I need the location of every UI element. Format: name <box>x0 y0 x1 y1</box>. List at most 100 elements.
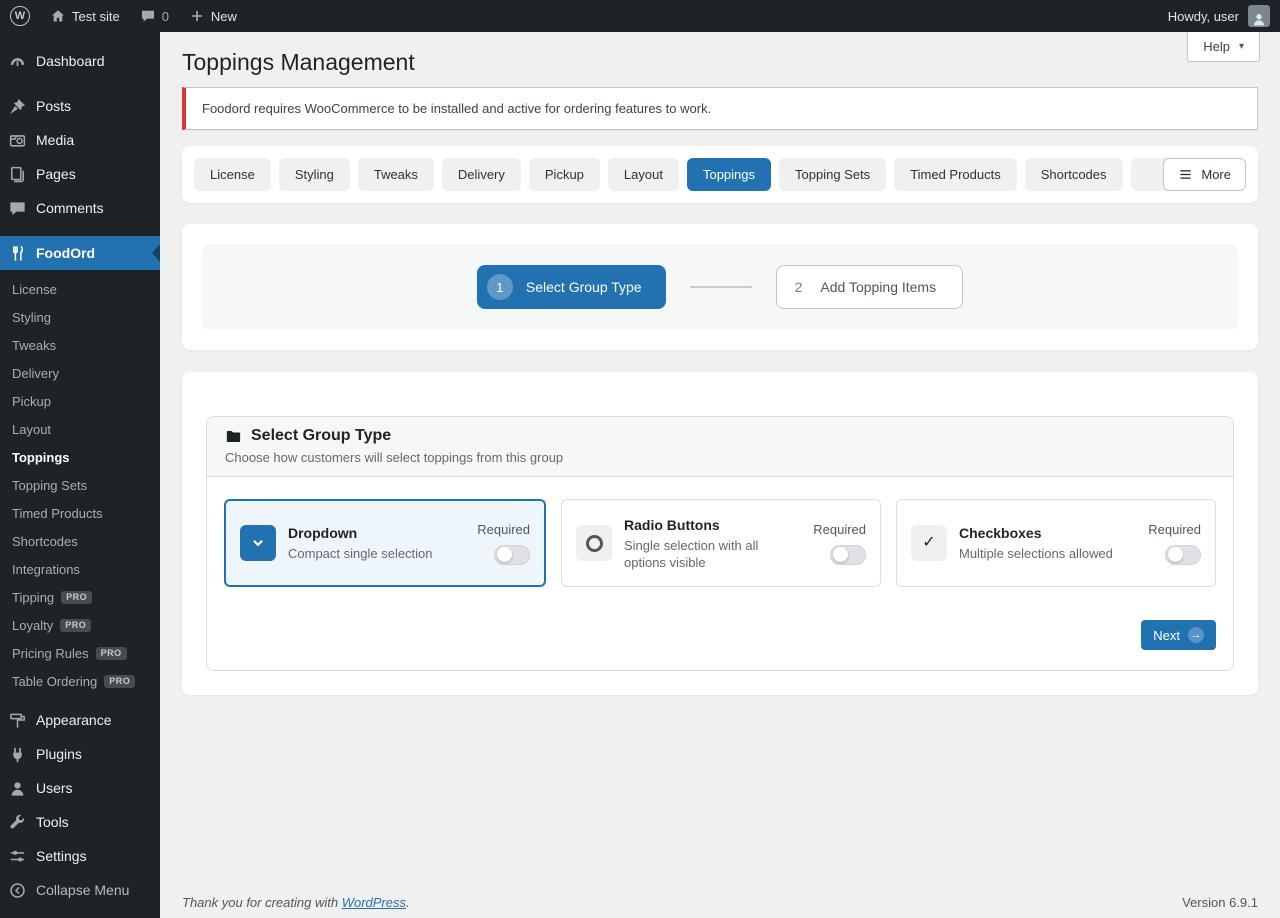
submenu-item-pickup[interactable]: Pickup <box>0 387 160 415</box>
chevron-down-icon <box>249 534 267 552</box>
tab-timed-products[interactable]: Timed Products <box>894 158 1017 191</box>
submenu-item-timed-products[interactable]: Timed Products <box>0 499 160 527</box>
submenu-item-integrations[interactable]: Integrations <box>0 555 160 583</box>
sidebar-item-settings[interactable]: Settings <box>0 839 160 873</box>
section-subheading: Choose how customers will select topping… <box>225 450 1215 466</box>
select-group-type-header: Select Group Type Choose how customers w… <box>207 417 1233 477</box>
required-label: Required <box>1148 522 1201 537</box>
submenu-item-tweaks[interactable]: Tweaks <box>0 331 160 359</box>
submenu-item-pricing-rules[interactable]: Pricing RulesPRO <box>0 639 160 667</box>
submenu-item-delivery[interactable]: Delivery <box>0 359 160 387</box>
radio-icon <box>576 525 612 561</box>
submenu-item-styling[interactable]: Styling <box>0 303 160 331</box>
tab-toppings[interactable]: Toppings <box>687 158 771 191</box>
tab-shortcodes[interactable]: Shortcodes <box>1025 158 1123 191</box>
submenu-item-license[interactable]: License <box>0 275 160 303</box>
dropdown-icon <box>240 525 276 561</box>
version-text: Version 6.9.1 <box>1182 895 1258 910</box>
sidebar-item-appearance[interactable]: Appearance <box>0 703 160 737</box>
checkbox-icon: ✓ <box>911 525 947 561</box>
tab-styling[interactable]: Styling <box>279 158 350 191</box>
comments-menu[interactable]: 0 <box>130 0 179 32</box>
stepper-connector <box>690 286 752 288</box>
option-description: Compact single selection <box>288 545 465 562</box>
select-group-type-box: Select Group Type Choose how customers w… <box>206 416 1234 671</box>
my-account-menu[interactable]: Howdy, user <box>1158 0 1280 32</box>
step-2-add-topping-items[interactable]: 2 Add Topping Items <box>776 265 964 309</box>
required-toggle[interactable] <box>1165 545 1201 565</box>
woocommerce-required-notice: Foodord requires WooCommerce to be insta… <box>182 87 1258 130</box>
tab-license[interactable]: License <box>194 158 271 191</box>
sidebar-item-plugins[interactable]: Plugins <box>0 737 160 771</box>
site-name-menu[interactable]: Test site <box>40 0 130 32</box>
submenu-item-topping-sets[interactable]: Topping Sets <box>0 471 160 499</box>
step-2-label: Add Topping Items <box>820 279 936 295</box>
main-content: Help ▾ Toppings Management Foodord requi… <box>160 32 1280 918</box>
submenu-item-shortcodes[interactable]: Shortcodes <box>0 527 160 555</box>
next-button[interactable]: Next → <box>1141 620 1216 650</box>
wordpress-link[interactable]: WordPress <box>342 895 406 910</box>
new-content-menu[interactable]: New <box>179 0 247 32</box>
posts-icon <box>8 97 27 116</box>
check-icon: ✓ <box>922 535 935 551</box>
option-description: Multiple selections allowed <box>959 545 1136 562</box>
sidebar-item-users[interactable]: Users <box>0 771 160 805</box>
appearance-icon <box>8 711 27 730</box>
required-toggle[interactable] <box>494 545 530 565</box>
sidebar-item-tools[interactable]: Tools <box>0 805 160 839</box>
submenu-item-loyalty[interactable]: LoyaltyPRO <box>0 611 160 639</box>
option-title: Radio Buttons <box>624 516 801 534</box>
tab-delivery[interactable]: Delivery <box>442 158 521 191</box>
option-radio-buttons[interactable]: Radio Buttons Single selection with all … <box>561 499 881 587</box>
sidebar-item-pages[interactable]: Pages <box>0 157 160 191</box>
tab-tweaks[interactable]: Tweaks <box>358 158 434 191</box>
folder-icon <box>225 428 242 445</box>
help-button[interactable]: Help ▾ <box>1187 32 1260 62</box>
arrow-right-icon: → <box>1188 627 1204 643</box>
comment-bubble-icon <box>140 8 156 24</box>
admin-bar-right: Howdy, user <box>1158 0 1280 32</box>
tab-layout[interactable]: Layout <box>608 158 679 191</box>
collapse-menu-button[interactable]: Collapse Menu <box>0 873 160 907</box>
settings-icon <box>8 847 27 866</box>
sidebar-item-comments[interactable]: Comments <box>0 191 160 225</box>
plugins-icon <box>8 745 27 764</box>
dashboard-icon <box>8 52 27 71</box>
radio-ring-icon <box>586 535 603 552</box>
admin-bar-left: W Test site 0 New <box>0 0 247 32</box>
tab-topping-sets[interactable]: Topping Sets <box>779 158 886 191</box>
sidebar-item-foodord[interactable]: FoodOrd <box>0 236 160 270</box>
sidebar-item-media[interactable]: Media <box>0 123 160 157</box>
sidebar-item-dashboard[interactable]: Dashboard <box>0 44 160 78</box>
submenu-item-toppings[interactable]: Toppings <box>0 443 160 471</box>
foodord-submenu: License Styling Tweaks Delivery Pickup L… <box>0 270 160 703</box>
required-label: Required <box>477 522 530 537</box>
more-button[interactable]: More <box>1163 158 1246 191</box>
pro-badge: PRO <box>61 591 92 604</box>
submenu-item-table-ordering[interactable]: Table OrderingPRO <box>0 667 160 695</box>
submenu-item-layout[interactable]: Layout <box>0 415 160 443</box>
home-icon <box>50 8 66 24</box>
required-toggle[interactable] <box>830 545 866 565</box>
foodord-icon <box>8 244 27 263</box>
option-dropdown[interactable]: Dropdown Compact single selection Requir… <box>224 499 546 587</box>
sidebar-item-posts[interactable]: Posts <box>0 89 160 123</box>
tab-bar: License Styling Tweaks Delivery Pickup L… <box>182 146 1258 203</box>
comments-icon <box>8 199 27 218</box>
admin-menu: Dashboard Posts Media Pages Comments Foo… <box>0 32 160 918</box>
pro-badge: PRO <box>104 675 135 688</box>
wordpress-logo-menu[interactable]: W <box>0 0 40 32</box>
option-checkboxes[interactable]: ✓ Checkboxes Multiple selections allowed… <box>896 499 1216 587</box>
media-icon <box>8 131 27 150</box>
tab-pickup[interactable]: Pickup <box>529 158 600 191</box>
new-label: New <box>211 9 237 24</box>
step-1-select-group-type[interactable]: 1 Select Group Type <box>477 265 666 309</box>
pages-icon <box>8 165 27 184</box>
step-1-number: 1 <box>487 274 513 300</box>
admin-footer: Thank you for creating with WordPress. V… <box>182 895 1258 910</box>
submenu-item-tipping[interactable]: TippingPRO <box>0 583 160 611</box>
page-title: Toppings Management <box>182 32 1258 77</box>
menu-separator <box>0 225 160 236</box>
group-type-panel: Select Group Type Choose how customers w… <box>182 372 1258 695</box>
site-name: Test site <box>72 9 120 24</box>
